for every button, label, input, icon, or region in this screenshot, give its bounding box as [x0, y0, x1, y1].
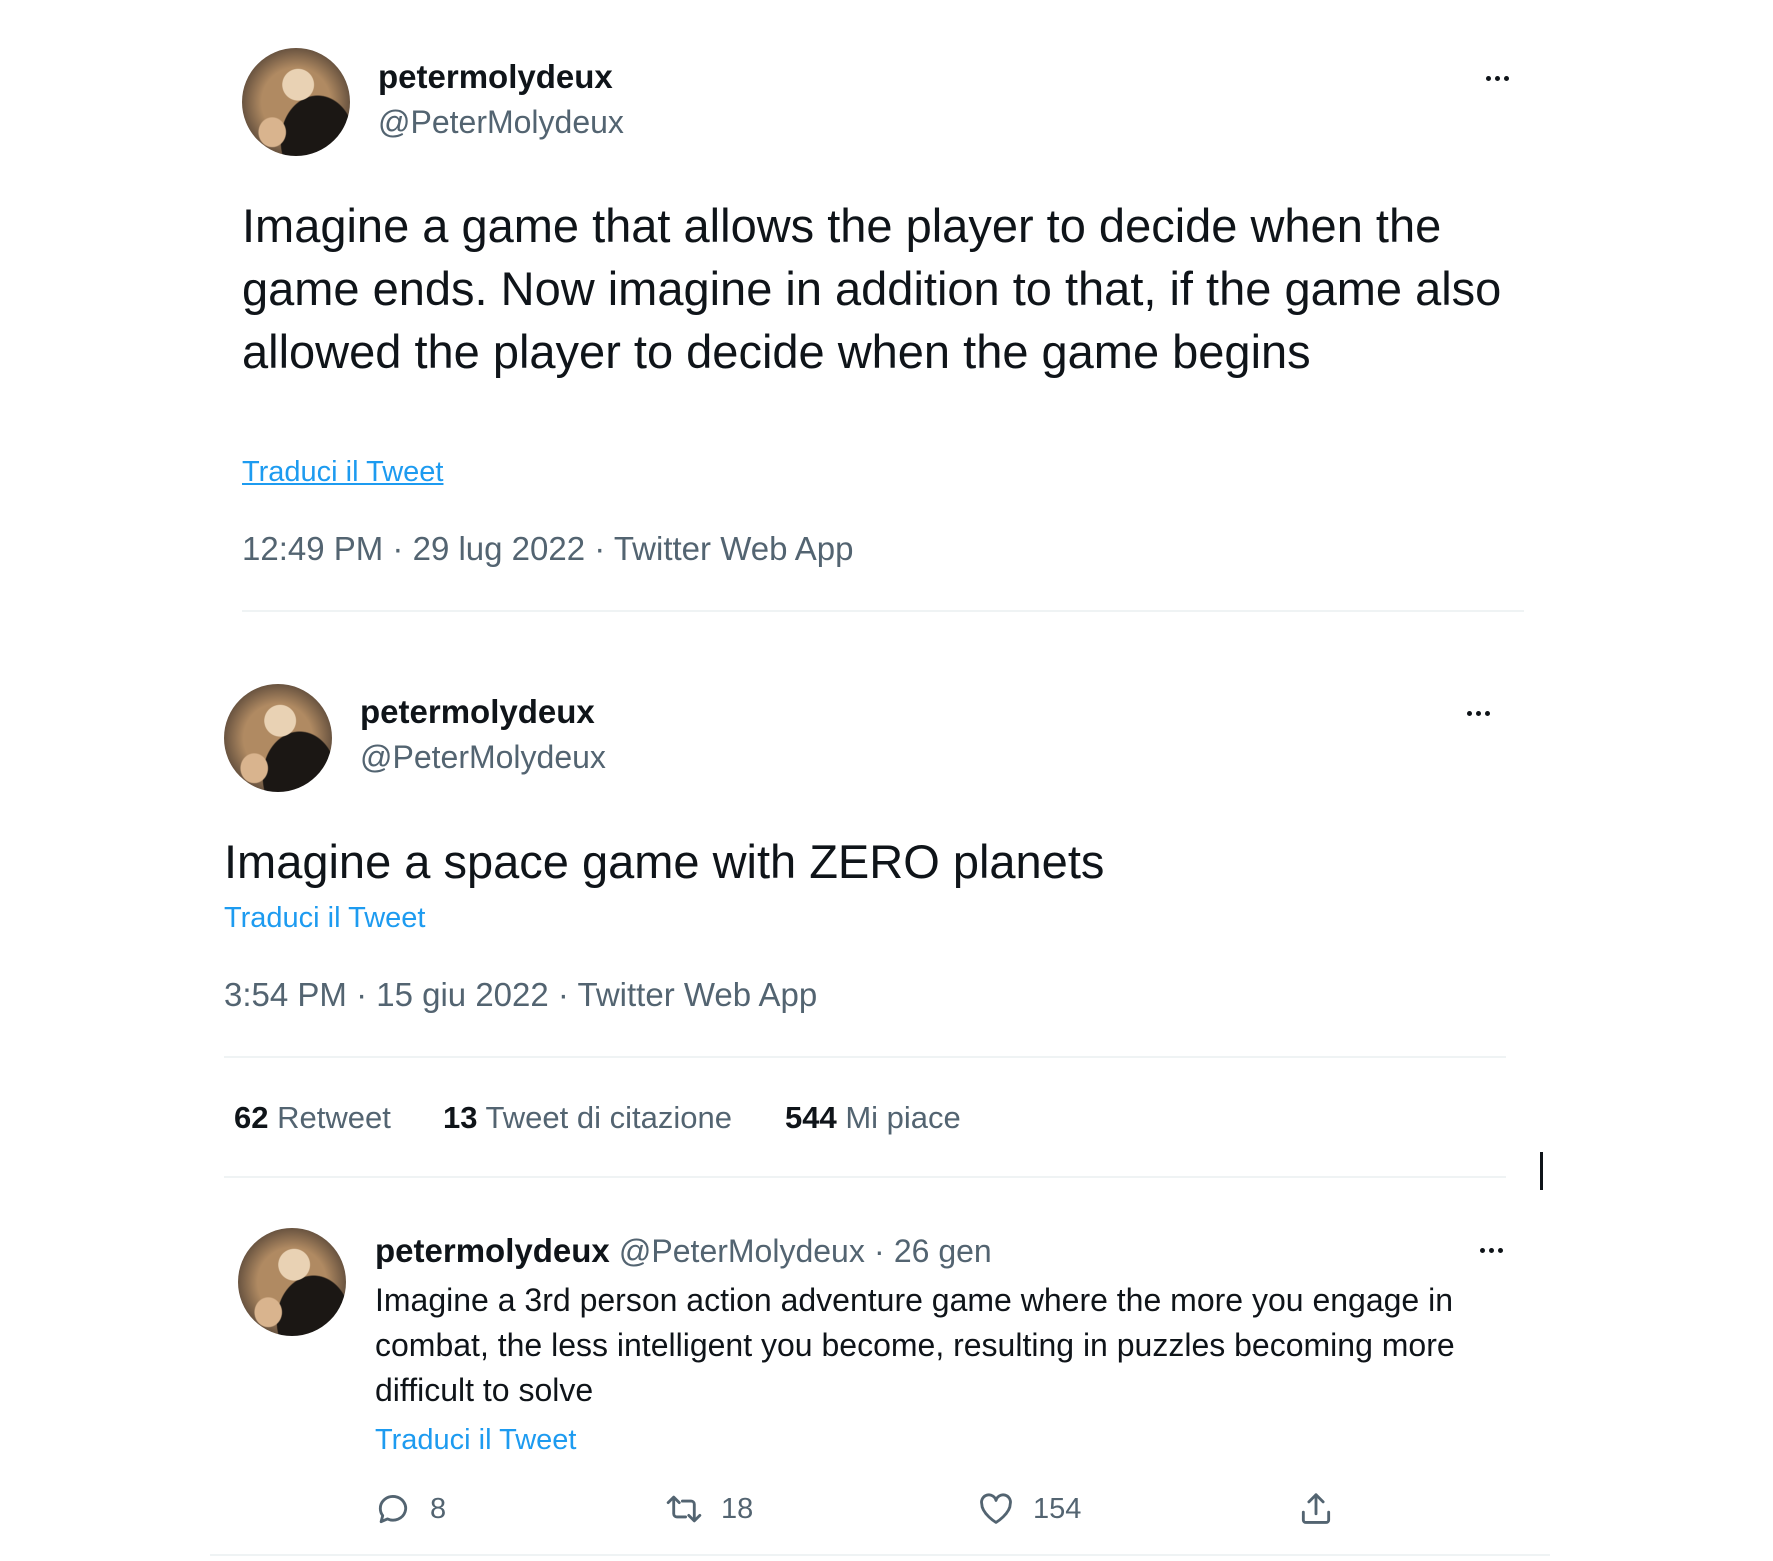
divider: [242, 610, 1524, 612]
separator: ·: [392, 530, 404, 567]
more-icon[interactable]: [1486, 76, 1509, 81]
tweet-text: Imagine a space game with ZERO planets: [224, 835, 1105, 888]
avatar[interactable]: [224, 684, 332, 792]
tweet-source: Twitter Web App: [577, 976, 818, 1013]
stat-quote-tweets[interactable]: 13 Tweet di citazione: [443, 1100, 732, 1136]
user-handle[interactable]: @PeterMolydeux: [378, 104, 624, 141]
like-action[interactable]: 154: [977, 1490, 1081, 1528]
tweet-text: Imagine a 3rd person action adventure ga…: [375, 1282, 1455, 1408]
stat-label: Retweet: [277, 1100, 391, 1135]
retweet-icon: [666, 1495, 702, 1523]
divider: [224, 1056, 1506, 1058]
more-icon[interactable]: [1480, 1248, 1503, 1253]
retweet-count: 18: [721, 1492, 754, 1525]
reply-icon: [378, 1495, 408, 1524]
tweet-date[interactable]: 15 giu 2022: [376, 976, 549, 1013]
reply-count: 8: [430, 1492, 447, 1525]
stat-likes[interactable]: 544 Mi piace: [785, 1100, 961, 1136]
tweet-text: Imagine a game that allows the player to…: [242, 199, 1502, 378]
display-name[interactable]: petermolydeux: [360, 693, 595, 731]
tweet-time[interactable]: 3:54 PM: [224, 976, 347, 1013]
divider: [224, 1176, 1506, 1178]
share-action[interactable]: [1297, 1490, 1335, 1528]
like-icon: [980, 1493, 1012, 1524]
separator: ·: [594, 530, 606, 567]
more-icon[interactable]: [1467, 711, 1490, 716]
translate-tweet-link[interactable]: Traduci il Tweet: [375, 1424, 576, 1457]
tweet-date[interactable]: 29 lug 2022: [413, 530, 586, 567]
separator: ·: [356, 976, 368, 1013]
text-cursor: [1540, 1152, 1543, 1190]
stat-count: 544: [785, 1100, 837, 1135]
tweet-date[interactable]: 26 gen: [894, 1233, 992, 1269]
user-handle[interactable]: @PeterMolydeux: [360, 739, 606, 776]
separator: ·: [557, 976, 569, 1013]
reply-header: petermolydeux @PeterMolydeux · 26 gen: [375, 1232, 992, 1270]
reply-action[interactable]: 8: [374, 1490, 446, 1528]
avatar[interactable]: [242, 48, 350, 156]
translate-tweet-link[interactable]: Traduci il Tweet: [224, 902, 425, 935]
like-count: 154: [1033, 1492, 1082, 1525]
separator: ·: [874, 1233, 885, 1269]
translate-tweet-link[interactable]: Traduci il Tweet: [242, 456, 443, 489]
retweet-action[interactable]: 18: [665, 1490, 753, 1528]
tweet-source: Twitter Web App: [613, 530, 854, 567]
stat-label: Tweet di citazione: [485, 1100, 732, 1135]
stat-retweets[interactable]: 62 Retweet: [234, 1100, 391, 1136]
tweet-meta: 12:49 PM · 29 lug 2022 · Twitter Web App: [242, 530, 854, 568]
avatar[interactable]: [238, 1228, 346, 1336]
share-icon: [1301, 1493, 1331, 1524]
display-name[interactable]: petermolydeux: [375, 1232, 610, 1269]
stat-label: Mi piace: [845, 1100, 961, 1135]
divider: [210, 1554, 1550, 1556]
display-name[interactable]: petermolydeux: [378, 58, 613, 96]
user-handle[interactable]: @PeterMolydeux: [619, 1233, 865, 1269]
stat-count: 62: [234, 1100, 269, 1135]
tweet-time[interactable]: 12:49 PM: [242, 530, 383, 567]
stat-count: 13: [443, 1100, 478, 1135]
tweet-meta: 3:54 PM · 15 giu 2022 · Twitter Web App: [224, 976, 817, 1014]
